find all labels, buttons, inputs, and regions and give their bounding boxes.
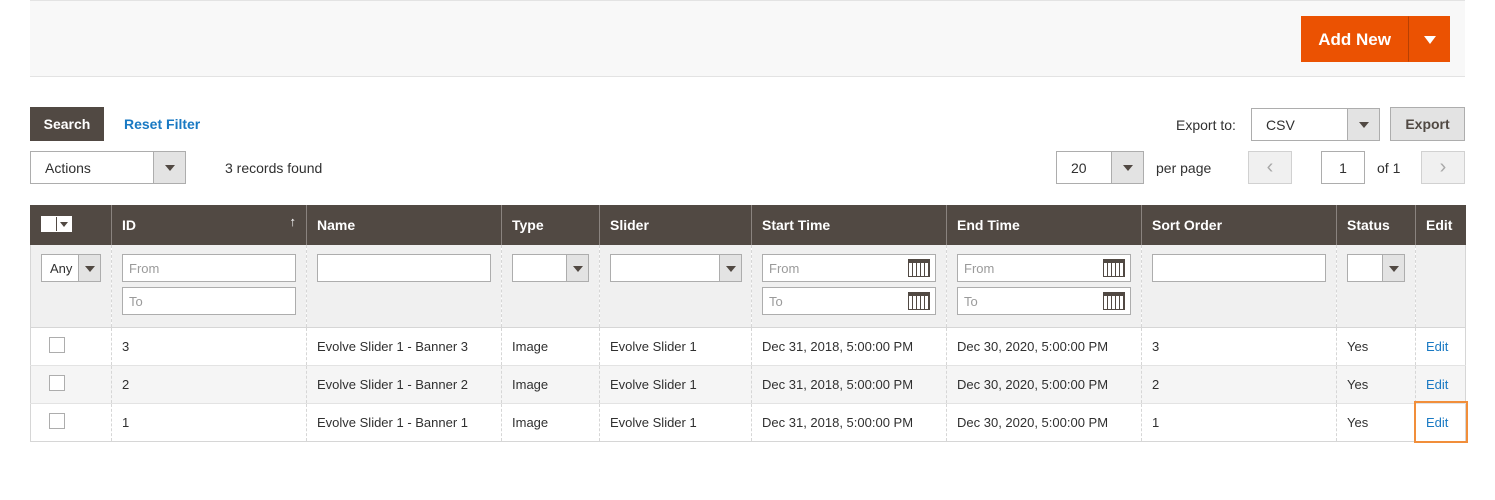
mass-actions-select[interactable]: Actions <box>30 151 186 184</box>
grid-filter-row: Any <box>30 245 1466 328</box>
chevron-right-icon: › <box>1439 156 1447 178</box>
grid-header-row: ID ↑ Name Type Slider Start Time End Time… <box>30 205 1466 245</box>
cell-type: Image <box>501 403 600 442</box>
cell-id: 2 <box>111 365 307 404</box>
export-format-select[interactable]: CSV <box>1251 108 1380 141</box>
name-filter[interactable] <box>317 254 491 282</box>
calendar-icon[interactable] <box>1103 292 1125 310</box>
export-button[interactable]: Export <box>1390 107 1465 141</box>
chevron-down-icon <box>57 217 71 231</box>
table-row: 3 Evolve Slider 1 - Banner 3 Image Evolv… <box>30 327 1466 366</box>
cell-start-time: Dec 31, 2018, 5:00:00 PM <box>751 327 947 366</box>
column-header-sort-order[interactable]: Sort Order <box>1141 205 1337 245</box>
cell-end-time: Dec 30, 2020, 5:00:00 PM <box>946 365 1142 404</box>
edit-link-focused[interactable]: Edit <box>1426 415 1448 430</box>
slider-filter[interactable] <box>610 254 742 282</box>
sort-order-filter[interactable] <box>1152 254 1326 282</box>
cell-status: Yes <box>1336 365 1416 404</box>
edit-link[interactable]: Edit <box>1426 377 1448 392</box>
chevron-down-icon <box>719 255 741 281</box>
calendar-icon[interactable] <box>1103 259 1125 277</box>
column-header-name[interactable]: Name <box>306 205 502 245</box>
chevron-down-icon <box>1382 255 1404 281</box>
mass-select-checkbox[interactable] <box>41 216 72 232</box>
column-header-id[interactable]: ID ↑ <box>111 205 307 245</box>
cell-type: Image <box>501 365 600 404</box>
calendar-icon[interactable] <box>908 259 930 277</box>
records-found: 3 records found <box>225 160 323 176</box>
cell-name: Evolve Slider 1 - Banner 3 <box>306 327 502 366</box>
cell-status: Yes <box>1336 403 1416 442</box>
row-checkbox[interactable] <box>49 336 65 353</box>
edit-link[interactable]: Edit <box>1426 339 1448 354</box>
per-page-value: 20 <box>1071 160 1087 176</box>
chevron-down-icon <box>78 255 100 281</box>
cell-status: Yes <box>1336 327 1416 366</box>
column-header-type[interactable]: Type <box>501 205 600 245</box>
previous-page-button[interactable]: ‹ <box>1248 151 1292 184</box>
row-checkbox[interactable] <box>49 412 65 429</box>
export-label: Export to: <box>1176 117 1236 133</box>
cell-start-time: Dec 31, 2018, 5:00:00 PM <box>751 365 947 404</box>
page-actions-bar: Add New <box>30 0 1465 77</box>
chevron-down-icon <box>1111 152 1143 183</box>
cell-id: 1 <box>111 403 307 442</box>
cell-id: 3 <box>111 327 307 366</box>
cell-name: Evolve Slider 1 - Banner 1 <box>306 403 502 442</box>
add-new-split-button: Add New <box>1301 16 1450 62</box>
mass-select-filter[interactable]: Any <box>41 254 101 282</box>
search-button[interactable]: Search <box>30 107 104 141</box>
row-checkbox[interactable] <box>49 374 65 391</box>
table-row: 2 Evolve Slider 1 - Banner 2 Image Evolv… <box>30 365 1466 404</box>
cell-sort-order: 2 <box>1141 365 1337 404</box>
add-new-button[interactable]: Add New <box>1301 16 1408 62</box>
mass-actions-value: Actions <box>45 160 91 176</box>
total-pages-label: of 1 <box>1377 160 1401 176</box>
column-header-start-time[interactable]: Start Time <box>751 205 947 245</box>
cell-type: Image <box>501 327 600 366</box>
next-page-button[interactable]: › <box>1421 151 1465 184</box>
add-new-dropdown-toggle[interactable] <box>1408 16 1450 62</box>
chevron-down-icon <box>566 255 588 281</box>
cell-sort-order: 1 <box>1141 403 1337 442</box>
per-page-label: per page <box>1156 160 1212 176</box>
cell-sort-order: 3 <box>1141 327 1337 366</box>
chevron-left-icon: ‹ <box>1266 156 1274 178</box>
chevron-down-icon <box>153 152 185 183</box>
status-filter[interactable] <box>1347 254 1405 282</box>
type-filter[interactable] <box>512 254 589 282</box>
column-header-edit: Edit <box>1415 205 1466 245</box>
export-format-value: CSV <box>1266 117 1295 133</box>
cell-end-time: Dec 30, 2020, 5:00:00 PM <box>946 327 1142 366</box>
id-to-filter[interactable] <box>122 287 296 315</box>
chevron-down-icon <box>1347 109 1379 140</box>
calendar-icon[interactable] <box>908 292 930 310</box>
reset-filter-link[interactable]: Reset Filter <box>124 116 200 132</box>
mass-select-header <box>30 205 112 245</box>
cell-start-time: Dec 31, 2018, 5:00:00 PM <box>751 403 947 442</box>
column-header-slider[interactable]: Slider <box>599 205 752 245</box>
banner-grid: ID ↑ Name Type Slider Start Time End Time… <box>30 205 1468 443</box>
column-header-status[interactable]: Status <box>1336 205 1416 245</box>
cell-name: Evolve Slider 1 - Banner 2 <box>306 365 502 404</box>
cell-slider: Evolve Slider 1 <box>599 327 752 366</box>
id-from-filter[interactable] <box>122 254 296 282</box>
cell-slider: Evolve Slider 1 <box>599 403 752 442</box>
cell-slider: Evolve Slider 1 <box>599 365 752 404</box>
column-header-end-time[interactable]: End Time <box>946 205 1142 245</box>
table-row: 1 Evolve Slider 1 - Banner 1 Image Evolv… <box>30 401 1468 443</box>
per-page-select[interactable]: 20 <box>1056 151 1144 184</box>
current-page-input[interactable] <box>1321 151 1365 184</box>
sort-ascending-icon: ↑ <box>289 214 297 229</box>
cell-end-time: Dec 30, 2020, 5:00:00 PM <box>946 403 1142 442</box>
